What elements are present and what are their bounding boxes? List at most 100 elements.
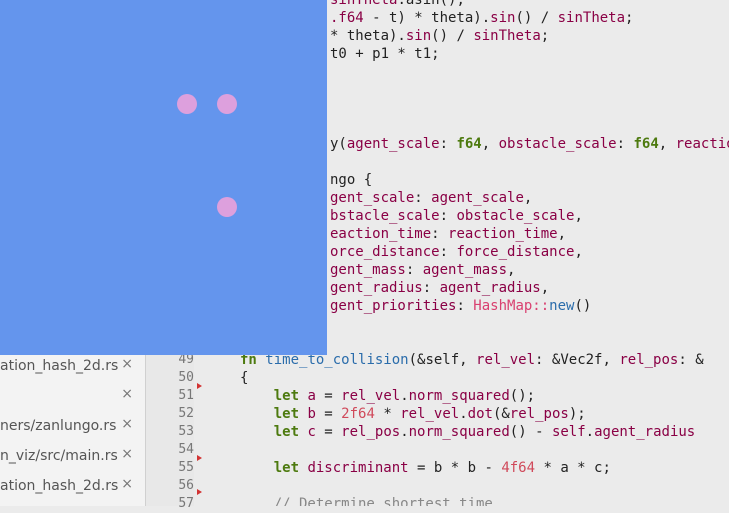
code-token: // Determine shortest time — [240, 496, 493, 506]
code-token: , — [658, 136, 676, 152]
code-token: sinTheta — [473, 28, 541, 44]
code-token: sinTheta — [330, 0, 398, 8]
code-token: () / — [431, 28, 474, 44]
code-token: ; — [625, 10, 634, 26]
code-token: sinTheta — [557, 10, 626, 26]
code-token: . — [585, 424, 595, 440]
code-token: let — [273, 388, 308, 404]
code-line[interactable]: .f64 - t) * theta).sin() / sinTheta; — [330, 9, 633, 27]
code-token: agent_scale — [431, 190, 524, 206]
fold-marker-icon[interactable] — [197, 383, 202, 389]
code-line[interactable]: { — [240, 369, 248, 387]
code-token: { — [240, 370, 249, 386]
close-icon[interactable]: × — [121, 476, 133, 492]
code-token: * a * c; — [535, 460, 611, 476]
open-file-item[interactable]: ation_hash_2d.rs × — [0, 472, 145, 502]
fold-marker-icon[interactable] — [197, 489, 202, 495]
close-icon[interactable]: × — [121, 356, 133, 372]
code-token: () — [574, 298, 592, 314]
code-token: , — [540, 280, 550, 296]
code-token: self — [551, 424, 586, 440]
open-file-label: ation_hash_2d.rs — [0, 478, 119, 494]
code-token: : — [439, 136, 457, 152]
open-file-label: ation_hash_2d.rs — [0, 358, 119, 374]
code-line[interactable]: ngo { — [330, 171, 372, 189]
code-token: : — [439, 208, 457, 224]
open-file-item[interactable]: ners/zanlungo.rs × — [0, 412, 145, 442]
code-token: rel_vel — [400, 406, 460, 422]
close-icon[interactable]: × — [121, 416, 133, 432]
code-token: : — [422, 280, 440, 296]
code-line[interactable]: eaction_time: reaction_time, — [330, 225, 566, 243]
code-token: () - — [509, 424, 552, 440]
visualization-window[interactable] — [0, 0, 327, 355]
code-line[interactable]: // Determine shortest time — [240, 495, 493, 506]
code-token: : — [414, 190, 432, 206]
code-token: agent_mass — [422, 262, 508, 278]
code-token: rel_vel — [476, 352, 536, 368]
code-token: () / — [515, 10, 558, 26]
open-file-item[interactable]: n_viz/src/main.rs × — [0, 442, 145, 472]
code-token: (); — [509, 388, 536, 404]
code-line[interactable]: let discriminant = b * b - 4f64 * a * c; — [240, 459, 611, 477]
fold-marker-icon[interactable] — [197, 455, 202, 461]
code-token: obstacle_scale — [498, 136, 617, 152]
code-token: - t) * theta). — [363, 10, 491, 26]
code-token: 2f64 — [341, 406, 375, 422]
code-token: (&self, — [408, 352, 477, 368]
code-line[interactable]: * theta).sin() / sinTheta; — [330, 27, 549, 45]
agent-dot — [217, 197, 237, 217]
code-token: = b * b - — [408, 460, 502, 476]
open-file-label: n_viz/src/main.rs — [0, 448, 118, 464]
close-icon[interactable]: × — [121, 446, 133, 462]
code-token: ); — [568, 406, 586, 422]
code-line[interactable]: sinTheta.asin(); — [330, 0, 465, 9]
code-token: (& — [492, 406, 510, 422]
code-token: reaction_time — [675, 136, 729, 152]
code-token: obstacle_scale — [456, 208, 575, 224]
code-token: a — [307, 388, 316, 404]
code-line[interactable]: let b = 2f64 * rel_vel.dot(&rel_pos); — [240, 405, 586, 423]
code-line[interactable]: gent_scale: agent_scale, — [330, 189, 532, 207]
code-token: = — [315, 406, 342, 422]
code-token: let — [273, 460, 308, 476]
code-token: , — [481, 136, 499, 152]
close-icon[interactable]: × — [121, 386, 133, 402]
code-line[interactable]: orce_distance: force_distance, — [330, 243, 583, 261]
code-line[interactable]: gent_mass: agent_mass, — [330, 261, 515, 279]
code-token: agent_scale — [346, 136, 440, 152]
code-token: , — [557, 226, 567, 242]
code-token: gent_radius — [330, 280, 423, 296]
agent-dot — [177, 94, 197, 114]
line-number: 54 — [178, 442, 194, 457]
code-line[interactable]: y(agent_scale: f64, obstacle_scale: f64,… — [330, 135, 729, 153]
code-line[interactable]: let a = rel_vel.norm_squared(); — [240, 387, 535, 405]
code-token: * — [374, 406, 401, 422]
code-token: . — [459, 406, 468, 422]
code-token: : — [431, 226, 449, 242]
code-token: : — [616, 136, 634, 152]
code-token: : &Vec2f, — [535, 352, 620, 368]
line-number: 52 — [178, 406, 194, 421]
code-token: b — [307, 406, 316, 422]
code-token: , — [574, 244, 583, 260]
code-line[interactable]: let c = rel_pos.norm_squared() - self.ag… — [240, 423, 696, 441]
line-number: 53 — [178, 424, 194, 439]
code-token: let — [273, 424, 308, 440]
code-line[interactable]: gent_radius: agent_radius, — [330, 279, 549, 297]
code-line[interactable]: gent_priorities: HashMap::new() — [330, 297, 591, 315]
code-token: rel_pos — [509, 406, 569, 422]
code-line[interactable]: t0 + p1 * t1; — [330, 45, 440, 63]
code-token: HashMap:: — [473, 298, 550, 314]
code-token: .f64 — [330, 10, 364, 26]
code-line[interactable]: bstacle_scale: obstacle_scale, — [330, 207, 583, 225]
open-file-item[interactable]: ation_hash_2d.rs × — [0, 352, 145, 382]
code-token: orce_distance — [330, 244, 440, 260]
code-token: gent_scale — [330, 190, 415, 206]
open-file-item[interactable]: × — [0, 382, 145, 412]
code-token: reaction_time — [448, 226, 558, 242]
code-token: sin — [405, 28, 432, 44]
